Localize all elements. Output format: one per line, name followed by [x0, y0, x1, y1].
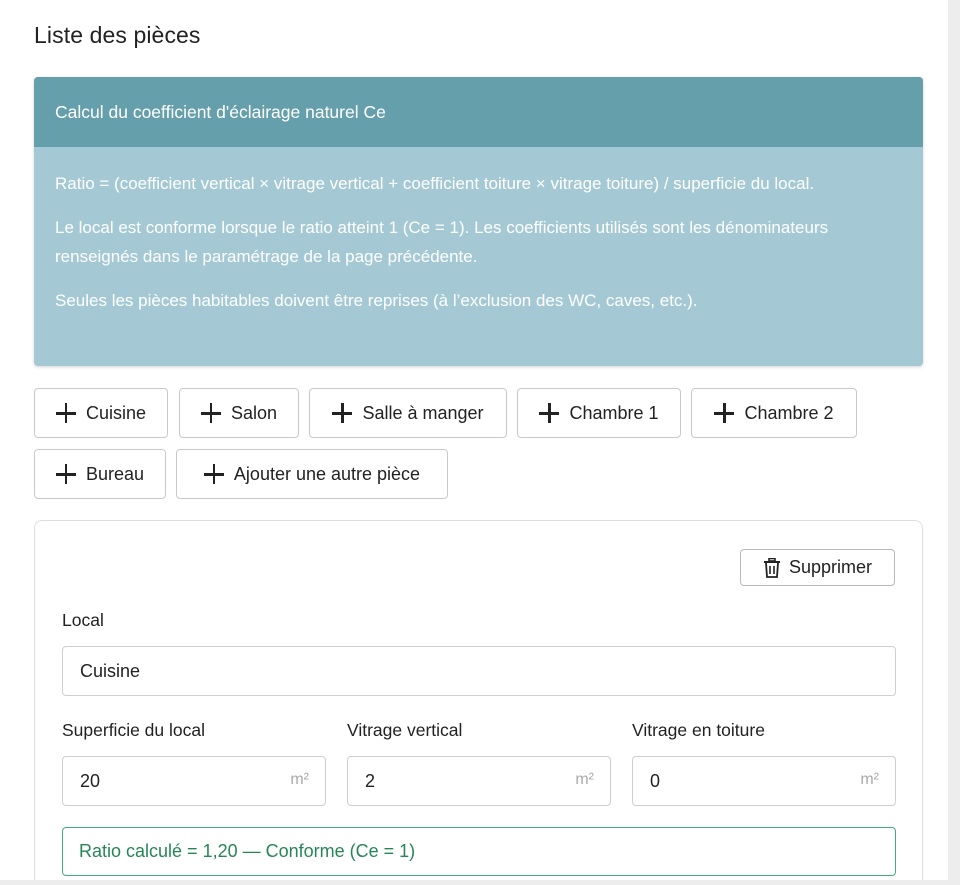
local-value: Cuisine: [80, 660, 141, 681]
plus-icon: [200, 403, 221, 423]
button-label: Ajouter une autre pièce: [233, 463, 421, 484]
button-label: Chambre 1: [569, 402, 659, 423]
superficie-input[interactable]: 20 m²: [62, 756, 326, 806]
add-room-chambre-1-button[interactable]: Chambre 1: [517, 388, 681, 438]
add-room-bureau-button[interactable]: Bureau: [34, 449, 166, 499]
button-label: Salle à manger: [362, 402, 484, 423]
button-label: Bureau: [85, 463, 145, 484]
plus-icon: [714, 403, 735, 423]
local-input[interactable]: Cuisine: [62, 646, 896, 696]
unit-label: m²: [860, 771, 879, 788]
vitrage-toiture-input[interactable]: 0 m²: [632, 756, 896, 806]
info-card: Calcul du coefficient d'éclairage nature…: [34, 77, 923, 366]
add-other-room-button[interactable]: Ajouter une autre pièce: [176, 449, 448, 499]
delete-room-button[interactable]: Supprimer: [740, 549, 895, 586]
info-card-header: Calcul du coefficient d'éclairage nature…: [34, 77, 923, 147]
local-label: Local: [62, 610, 104, 630]
delete-label: Supprimer: [788, 557, 873, 577]
button-label: Chambre 2: [744, 402, 834, 423]
vitrage-vertical-label: Vitrage vertical: [347, 720, 463, 740]
unit-label: m²: [290, 771, 309, 788]
trash-icon: [763, 557, 780, 578]
button-label: Salon: [230, 402, 278, 423]
vitrage-toiture-label: Vitrage en toiture: [632, 720, 765, 740]
unit-label: m²: [575, 771, 594, 788]
plus-icon: [203, 464, 224, 484]
superficie-label: Superficie du local: [62, 720, 205, 740]
info-paragraph: Ratio = (coefficient vertical × vitrage …: [55, 174, 815, 193]
add-room-cuisine-button[interactable]: Cuisine: [34, 388, 168, 438]
add-room-salle-a-manger-button[interactable]: Salle à manger: [309, 388, 507, 438]
page: Liste des pièces Calcul du coefficient d…: [0, 0, 948, 880]
plus-icon: [55, 403, 76, 423]
vitrage-vertical-input[interactable]: 2 m²: [347, 756, 611, 806]
room-card: Supprimer Local Cuisine Superficie du lo…: [34, 520, 923, 880]
button-label: Cuisine: [85, 402, 147, 423]
ratio-result: Ratio calculé = 1,20 — Conforme (Ce = 1): [62, 827, 896, 876]
add-room-chambre-2-button[interactable]: Chambre 2: [691, 388, 857, 438]
info-paragraph: Seules les pièces habitables doivent êtr…: [55, 291, 698, 310]
vitrage-vertical-value: 2: [365, 770, 376, 791]
info-card-body: Ratio = (coefficient vertical × vitrage …: [34, 147, 923, 315]
add-room-salon-button[interactable]: Salon: [179, 388, 299, 438]
page-title: Liste des pièces: [34, 22, 201, 48]
info-paragraph: Le local est conforme lorsque le ratio a…: [55, 218, 829, 266]
plus-icon: [55, 464, 76, 484]
superficie-value: 20: [80, 770, 101, 791]
plus-icon: [539, 403, 560, 423]
plus-icon: [332, 403, 353, 423]
vitrage-toiture-value: 0: [650, 770, 661, 791]
